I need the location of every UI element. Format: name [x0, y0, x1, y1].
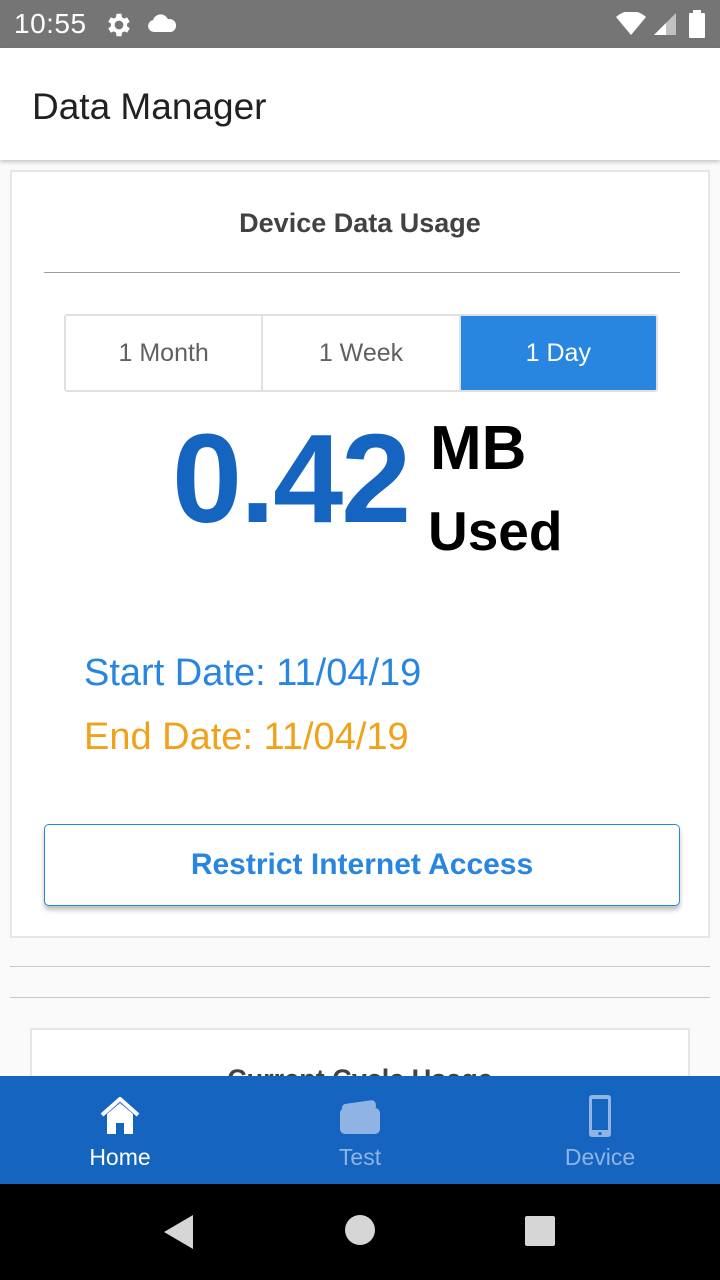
nav-test-label: Test — [338, 1144, 382, 1170]
period-1-week[interactable]: 1 Week — [263, 316, 461, 390]
app-bar: Data Manager — [0, 48, 720, 160]
nav-test[interactable]: Test — [240, 1076, 480, 1184]
system-navigation-bar — [0, 1184, 720, 1280]
restrict-internet-access-button[interactable]: Restrict Internet Access — [44, 824, 680, 906]
cloud-icon — [148, 14, 177, 32]
back-icon[interactable] — [162, 1214, 194, 1250]
recents-icon[interactable] — [524, 1215, 556, 1247]
wifi-icon — [616, 12, 646, 35]
phone-icon — [589, 1095, 611, 1137]
nav-home[interactable]: Home — [0, 1076, 240, 1184]
wallet-icon — [340, 1100, 380, 1134]
usage-unit: MB — [430, 414, 527, 483]
section-divider — [10, 997, 710, 998]
current-cycle-card: Current Cycle Usage — [30, 1028, 690, 1076]
usage-value: 0.42 — [172, 408, 411, 549]
card-divider — [44, 272, 680, 273]
bottom-navigation: Home Test Device — [0, 1076, 720, 1184]
battery-icon — [689, 10, 705, 38]
status-bar: 10:55 — [0, 0, 720, 48]
nav-device[interactable]: Device — [480, 1076, 720, 1184]
card-title: Device Data Usage — [239, 208, 481, 238]
home-icon — [100, 1097, 140, 1134]
start-date: Start Date: 11/04/19 — [84, 652, 422, 694]
home-circle-icon[interactable] — [344, 1214, 376, 1246]
period-1-day[interactable]: 1 Day — [460, 316, 656, 390]
device-data-usage-card: Device Data Usage 1 Month 1 Week 1 Day 0… — [10, 170, 710, 938]
period-selector: 1 Month 1 Week 1 Day — [64, 314, 658, 392]
next-card-title: Current Cycle Usage — [32, 1064, 688, 1076]
usage-label: Used — [428, 500, 563, 562]
nav-device-label: Device — [564, 1144, 636, 1170]
section-divider — [10, 966, 710, 967]
main-content[interactable]: Device Data Usage 1 Month 1 Week 1 Day 0… — [0, 160, 720, 1076]
app-title: Data Manager — [32, 86, 267, 127]
signal-icon — [654, 13, 676, 35]
status-time: 10:55 — [14, 8, 87, 39]
nav-home-label: Home — [89, 1144, 151, 1170]
period-1-month[interactable]: 1 Month — [66, 316, 264, 390]
end-date: End Date: 11/04/19 — [84, 716, 409, 758]
gear-icon — [108, 13, 130, 37]
